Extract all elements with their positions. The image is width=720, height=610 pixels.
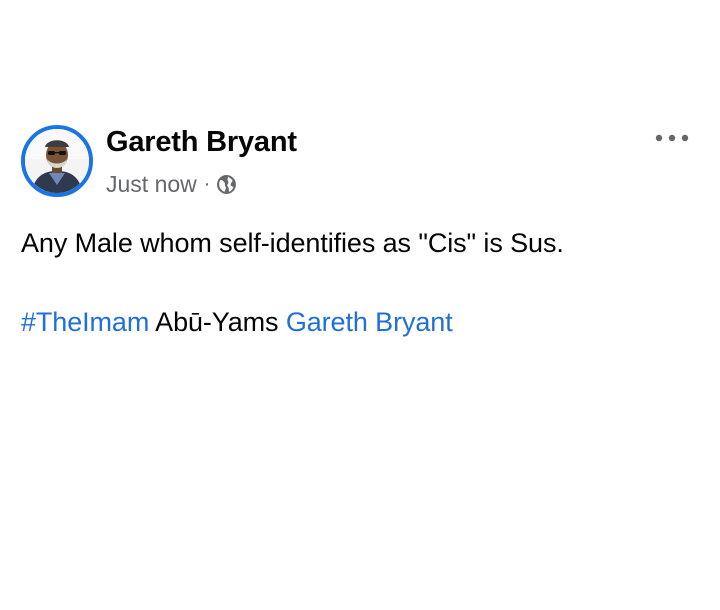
post-tags-line: #TheImam Abū-Yams Gareth Bryant bbox=[21, 307, 453, 338]
avatar[interactable] bbox=[21, 125, 93, 197]
post-text: Any Male whom self-identifies as "Cis" i… bbox=[21, 228, 564, 258]
profile-photo bbox=[25, 129, 89, 193]
plain-word: Abū-Yams bbox=[155, 307, 279, 337]
facebook-post: Gareth Bryant Just now · Any Male whom s… bbox=[0, 0, 720, 610]
post-meta: Just now · bbox=[106, 169, 237, 199]
globe-icon[interactable] bbox=[216, 174, 237, 195]
hashtag-link[interactable]: #TheImam bbox=[21, 307, 149, 337]
timestamp[interactable]: Just now bbox=[106, 171, 197, 198]
author-name[interactable]: Gareth Bryant bbox=[106, 126, 297, 159]
meta-separator: · bbox=[203, 172, 211, 195]
mention-link[interactable]: Gareth Bryant bbox=[286, 307, 453, 337]
more-options-button[interactable] bbox=[652, 126, 692, 150]
more-options-icon bbox=[655, 134, 689, 142]
